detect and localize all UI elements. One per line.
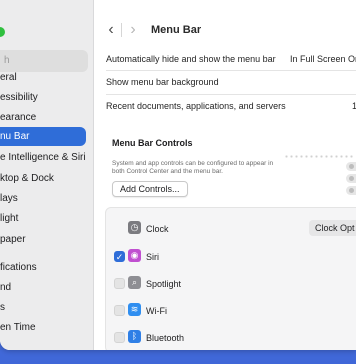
recent-items-popup[interactable]: 1 — [352, 101, 356, 111]
sidebar-item-displays[interactable]: lays — [0, 189, 94, 208]
sidebar-item-screen-time[interactable]: en Time — [0, 318, 94, 337]
control-label: Spotlight — [146, 279, 182, 289]
control-row-bluetooth: ᛒ Bluetooth — [106, 325, 356, 350]
background-row[interactable]: Show menu bar background — [106, 77, 356, 87]
siri-icon: ◉ — [128, 249, 141, 262]
sidebar-item-menu-bar[interactable]: nu Bar — [0, 127, 86, 146]
back-button[interactable]: ‹ — [101, 17, 121, 43]
controls-list: ◷ Clock Clock Opt ✓ ◉ Siri ⌕ Spotlight ≋… — [105, 207, 356, 350]
window-zoom-button[interactable] — [0, 27, 5, 37]
sidebar-item-apple-intelligence-siri[interactable]: e Intelligence & Siri — [0, 148, 94, 167]
sidebar-item-sound[interactable]: nd — [0, 278, 94, 297]
autohide-popup[interactable]: In Full Screen On — [290, 54, 356, 64]
sidebar-item-desktop-dock[interactable]: ktop & Dock — [0, 169, 94, 188]
sidebar-item-notifications[interactable]: fications — [0, 258, 94, 277]
preview-dots — [284, 155, 354, 158]
preview-toggle-icon — [346, 162, 356, 171]
sidebar-item-general[interactable]: eral — [0, 68, 94, 87]
title-bar: ‹ › Menu Bar — [95, 17, 356, 45]
control-row-spotlight: ⌕ Spotlight — [106, 271, 356, 297]
divider — [106, 70, 356, 71]
search-field-text: h — [4, 55, 10, 66]
sidebar-item-appearance[interactable]: earance — [0, 108, 94, 127]
control-row-wifi: ≋ Wi-Fi — [106, 298, 356, 324]
control-row-clock: ◷ Clock Clock Opt — [106, 216, 356, 242]
clock-icon: ◷ — [128, 221, 141, 234]
control-row-siri: ✓ ◉ Siri — [106, 244, 356, 270]
siri-checkbox[interactable]: ✓ — [114, 251, 125, 262]
control-label: Clock — [146, 224, 169, 234]
bluetooth-icon: ᛒ — [128, 330, 141, 343]
sidebar-item-spotlight[interactable]: light — [0, 209, 94, 228]
sidebar-item-wallpaper[interactable]: paper — [0, 230, 94, 249]
page-title: Menu Bar — [151, 24, 202, 36]
menu-bar-preview-image — [278, 152, 356, 196]
spotlight-checkbox[interactable] — [114, 278, 125, 289]
recent-items-row[interactable]: Recent documents, applications, and serv… — [106, 101, 356, 111]
add-controls-button[interactable]: Add Controls... — [112, 181, 188, 197]
control-label: Wi-Fi — [146, 306, 167, 316]
divider — [106, 94, 356, 95]
sidebar-item-accessibility[interactable]: essibility — [0, 88, 94, 107]
sidebar: h eral essibility earance nu Bar e Intel… — [0, 0, 94, 350]
forward-button[interactable]: › — [123, 17, 143, 43]
chevron-left-icon: ‹ — [108, 21, 114, 38]
control-label: Bluetooth — [146, 333, 185, 343]
background-label: Show menu bar background — [106, 77, 219, 87]
preview-toggle-icon — [346, 174, 356, 183]
nav-divider — [121, 23, 122, 37]
clock-options-button[interactable]: Clock Opt — [309, 220, 356, 236]
sidebar-item-focus[interactable]: s — [0, 298, 94, 317]
chevron-right-icon: › — [130, 21, 136, 38]
controls-description: System and app controls can be configure… — [112, 160, 274, 175]
wifi-checkbox[interactable] — [114, 305, 125, 316]
autohide-label: Automatically hide and show the menu bar — [106, 54, 276, 64]
control-label: Siri — [146, 252, 159, 262]
spotlight-icon: ⌕ — [128, 276, 141, 289]
recent-items-label: Recent documents, applications, and serv… — [106, 101, 286, 111]
system-settings-window: h eral essibility earance nu Bar e Intel… — [0, 0, 356, 350]
wifi-icon: ≋ — [128, 303, 141, 316]
preview-toggle-icon — [346, 186, 356, 195]
menu-bar-controls-heading: Menu Bar Controls — [112, 138, 193, 148]
bluetooth-checkbox[interactable] — [114, 332, 125, 343]
